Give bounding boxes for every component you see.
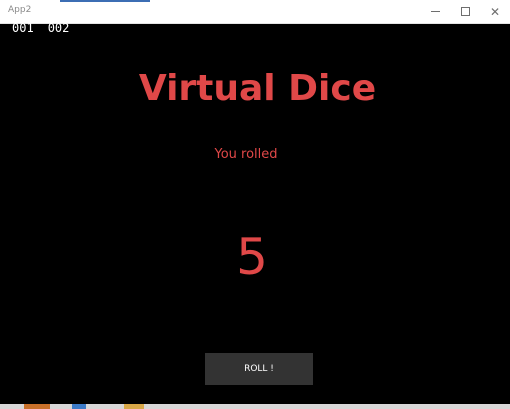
title-bar[interactable]: App2 ✕ — [0, 0, 510, 24]
app-window: App2 ✕ 001 002 Virtual Dice You rolled 5… — [0, 0, 510, 409]
counter-first: 001 — [12, 21, 34, 35]
debug-counters: 001 002 — [12, 21, 69, 35]
counter-second: 002 — [47, 21, 70, 35]
close-button[interactable]: ✕ — [480, 0, 510, 23]
maximize-button[interactable] — [450, 0, 480, 23]
app-content: 001 002 Virtual Dice You rolled 5 ROLL ! — [0, 21, 510, 404]
window-title: App2 — [8, 5, 32, 15]
rolled-label: You rolled — [214, 147, 278, 162]
desktop-background-strip — [60, 0, 150, 2]
taskbar-app-icon[interactable] — [124, 404, 144, 409]
maximize-icon — [460, 7, 470, 16]
minimize-icon — [430, 11, 440, 12]
page-title: Virtual Dice — [138, 68, 377, 109]
taskbar-app-icon[interactable] — [72, 404, 86, 409]
roll-result: 5 — [236, 228, 268, 286]
minimize-button[interactable] — [420, 0, 450, 23]
roll-button[interactable]: ROLL ! — [205, 353, 313, 385]
taskbar-app-icon[interactable] — [24, 404, 50, 409]
close-icon: ✕ — [489, 4, 501, 19]
